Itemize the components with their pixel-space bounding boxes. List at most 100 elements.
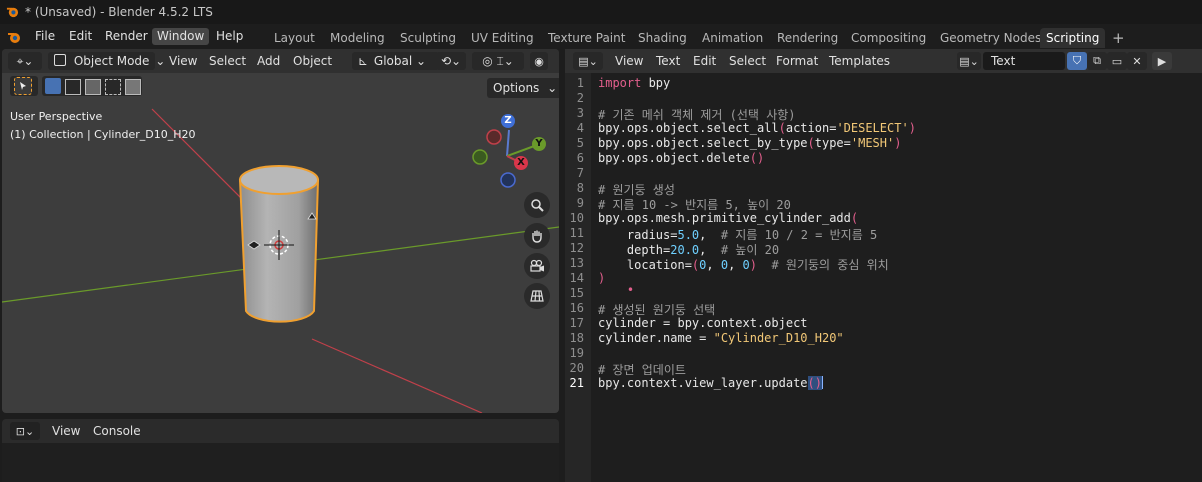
code-line[interactable]: bpy.ops.object.select_by_type(type='MESH… (598, 136, 901, 150)
tab-uv-editing[interactable]: UV Editing (465, 28, 540, 48)
menu-file[interactable]: File (30, 28, 60, 45)
code-line[interactable]: • (598, 283, 634, 297)
tab-compositing[interactable]: Compositing (845, 28, 932, 48)
tab-geometry-nodes[interactable]: Geometry Nodes (934, 28, 1047, 48)
editor-menu-text[interactable]: Text (656, 52, 680, 70)
viewport-scene (2, 108, 559, 413)
line-number: 15 (569, 286, 584, 300)
play-icon: ▶ (1157, 54, 1167, 68)
object-mode-icon (54, 54, 66, 66)
magnify-icon (531, 199, 544, 212)
tab-rendering[interactable]: Rendering (771, 28, 844, 48)
gizmo-z-axis[interactable]: Z (501, 114, 515, 128)
menu-edit[interactable]: Edit (64, 28, 97, 45)
options-label: Options (493, 81, 540, 95)
chevron-down-icon: ⌄ (547, 81, 558, 95)
code-line[interactable]: bpy.ops.mesh.primitive_cylinder_add( (598, 211, 858, 225)
select-subtract-button[interactable] (85, 79, 101, 95)
console-editor-type-dropdown[interactable]: ⊡⌄ (10, 422, 40, 440)
tab-scripting[interactable]: Scripting (1040, 28, 1106, 48)
line-number: 19 (569, 346, 584, 360)
line-number: 18 (569, 331, 584, 345)
line-number: 17 (569, 316, 584, 330)
text-editor-header: ▤⌄ View Text Edit Select Format Template… (565, 49, 1202, 73)
tab-animation[interactable]: Animation (696, 28, 769, 48)
blender-menu-icon[interactable] (7, 30, 21, 44)
tab-modeling[interactable]: Modeling (324, 28, 391, 48)
editor-type-dropdown[interactable]: ⌖⌄ (8, 52, 42, 70)
code-line[interactable]: bpy.ops.object.delete() (598, 151, 764, 165)
viewport-menu-select[interactable]: Select (209, 52, 246, 70)
select-invert-button[interactable] (105, 79, 121, 95)
proportional-edit-button[interactable]: ◉ (530, 52, 548, 70)
open-text-button[interactable]: ▭ (1107, 52, 1127, 70)
code-line[interactable]: bpy.ops.object.select_all(action='DESELE… (598, 121, 916, 135)
text-name-value: Text (991, 54, 1016, 68)
gizmo-x-axis[interactable]: X (514, 156, 528, 170)
line-number: 14 (569, 271, 584, 285)
select-tool-button[interactable] (14, 77, 32, 95)
zoom-button[interactable] (524, 192, 550, 218)
snap-group[interactable]: ◎ ⌶⌄ (472, 52, 524, 70)
tab-shading[interactable]: Shading (632, 28, 693, 48)
console-menu-view[interactable]: View (52, 422, 80, 440)
menu-help[interactable]: Help (211, 28, 248, 45)
tab-layout[interactable]: Layout (268, 28, 321, 48)
folder-icon: ▭ (1111, 54, 1123, 68)
pivot-point-dropdown[interactable]: ⟲⌄ (436, 52, 466, 70)
viewport-menu-object[interactable]: Object (293, 52, 332, 70)
line-number-current: 21 (569, 376, 584, 390)
viewport-menu-view[interactable]: View (169, 52, 197, 70)
editor-menu-edit[interactable]: Edit (693, 52, 716, 70)
menu-window[interactable]: Window (152, 28, 210, 45)
duplicate-text-button[interactable]: ⧉ (1087, 52, 1107, 70)
gizmo-y-axis[interactable]: Y (532, 137, 546, 151)
fake-user-button[interactable]: ⛉ (1067, 52, 1087, 70)
editor-type-icon: ⌖⌄ (16, 53, 34, 68)
perspective-label: User Perspective (10, 110, 103, 123)
shield-icon: ⛉ (1072, 54, 1082, 67)
camera-view-button[interactable] (524, 253, 550, 279)
select-intersect-button[interactable] (125, 79, 141, 95)
options-dropdown[interactable]: Options ⌄ (487, 78, 559, 98)
collection-label: (1) Collection | Cylinder_D10_H20 (10, 128, 196, 141)
camera-icon (530, 259, 544, 272)
top-menu-bar: File Edit Render Window Help Layout Mode… (0, 24, 1202, 48)
tab-sculpting[interactable]: Sculpting (394, 28, 462, 48)
console-menu-console[interactable]: Console (93, 422, 141, 440)
terminal-icon: ⊡⌄ (15, 424, 35, 438)
editor-menu-view[interactable]: View (615, 52, 643, 70)
close-icon: ✕ (1132, 54, 1142, 68)
code-line[interactable]: location=(0, 0, 0) # 원기둥의 중심 위치 (598, 256, 889, 273)
ortho-toggle-button[interactable] (524, 283, 550, 309)
select-new-button[interactable] (45, 78, 61, 94)
text-editor-type-dropdown[interactable]: ▤⌄ (573, 52, 603, 70)
code-line[interactable]: import bpy (598, 76, 670, 90)
text-name-field[interactable]: Text (983, 52, 1065, 70)
3d-viewport[interactable]: Z Y X User Perspective (1) Collection | … (2, 49, 559, 413)
title-bar: * (Unsaved) - Blender 4.5.2 LTS (0, 0, 1202, 24)
select-tool-group (10, 76, 38, 96)
run-script-button[interactable]: ▶ (1152, 52, 1172, 70)
snap-icon: ◎ ⌶⌄ (482, 53, 514, 68)
select-extend-button[interactable] (65, 79, 81, 95)
text-browse-button[interactable]: ▤⌄ (957, 52, 981, 70)
transform-orientation-dropdown[interactable]: ⊾ Global ⌄ (352, 52, 439, 70)
menu-render[interactable]: Render (100, 28, 153, 45)
object-mode-dropdown[interactable]: Object Mode ⌄ (48, 52, 165, 70)
code-line[interactable]: cylinder.name = "Cylinder_D10_H20" (598, 331, 844, 345)
add-workspace-button[interactable]: + (1106, 28, 1131, 48)
line-number: 5 (576, 136, 584, 150)
tab-texture-paint[interactable]: Texture Paint (542, 28, 631, 48)
selection-mode-group (42, 76, 142, 96)
code-line-current[interactable]: bpy.context.view_layer.update() (598, 376, 823, 390)
editor-menu-select[interactable]: Select (729, 52, 766, 70)
viewport-menu-add[interactable]: Add (257, 52, 280, 70)
editor-menu-format[interactable]: Format (776, 52, 818, 70)
line-number: 2 (576, 91, 584, 105)
code-line[interactable]: cylinder = bpy.context.object (598, 316, 808, 330)
console-header: ⊡⌄ View Console (2, 419, 559, 443)
pan-button[interactable] (524, 223, 550, 249)
unlink-text-button[interactable]: ✕ (1127, 52, 1147, 70)
editor-menu-templates[interactable]: Templates (829, 52, 890, 70)
